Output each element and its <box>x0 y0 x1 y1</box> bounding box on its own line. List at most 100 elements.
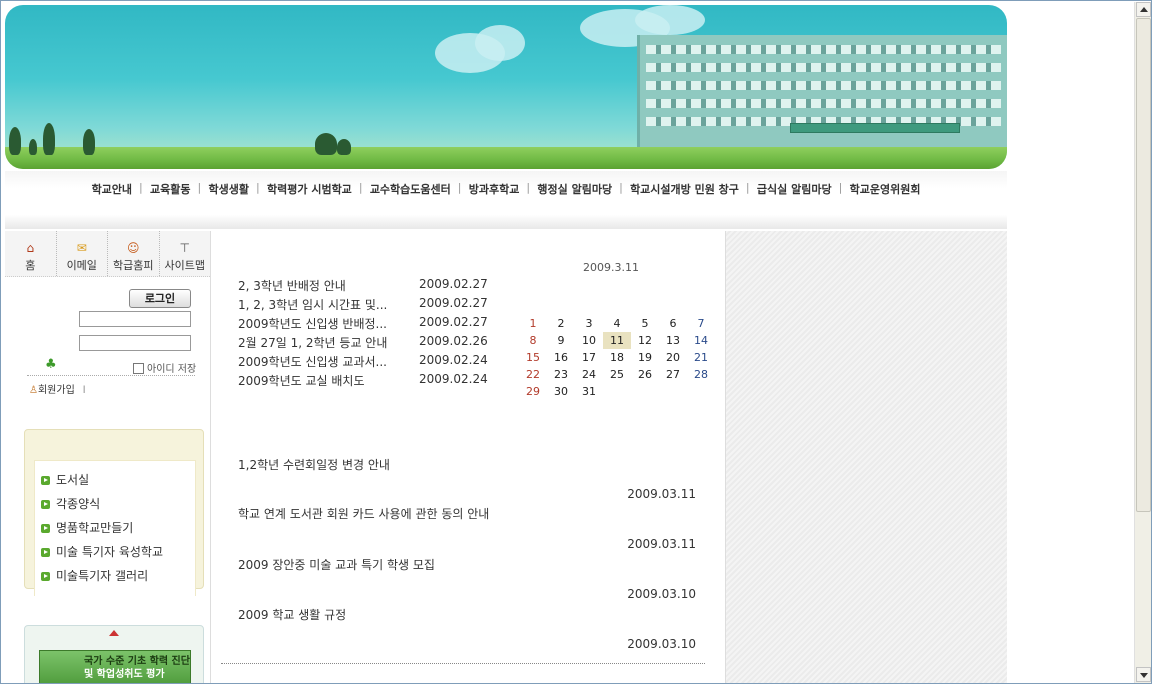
calendar-day[interactable]: 3 <box>575 315 603 332</box>
notice-title[interactable]: 2009학년도 신입생 반배정... <box>238 315 419 332</box>
login-button[interactable]: 로그인 <box>129 289 191 308</box>
join-link[interactable]: ♙회원가입 l <box>29 381 86 396</box>
notice-title[interactable]: 2009학년도 신입생 교과서... <box>238 353 419 370</box>
calendar-day[interactable]: 5 <box>631 315 659 332</box>
side-menu-item-art-school[interactable]: 미술 특기자 육성학교 <box>41 543 195 567</box>
nav-item[interactable]: 학력평가 시범학교 <box>256 181 361 197</box>
quick-email-link[interactable]: ✉ 이메일 <box>57 231 108 276</box>
scrollbar-thumb[interactable] <box>1136 18 1151 512</box>
smiley-icon: ☺ <box>126 241 140 255</box>
calendar-day[interactable]: 7 <box>687 315 715 332</box>
nav-item[interactable]: 학교운영위원회 <box>839 181 930 197</box>
calendar-day[interactable]: 18 <box>603 349 631 366</box>
notice-row[interactable]: 2009학년도 교실 배치도 2009.02.24 <box>238 372 488 389</box>
calendar-day[interactable]: 1 <box>519 315 547 332</box>
calendar-day[interactable]: 19 <box>631 349 659 366</box>
calendar-day[interactable]: 9 <box>547 332 575 349</box>
calendar-day[interactable]: 10 <box>575 332 603 349</box>
arrow-bullet-icon <box>41 500 50 509</box>
notice-title[interactable]: 2월 27일 1, 2학년 등교 안내 <box>238 334 419 351</box>
building-sign <box>790 123 960 133</box>
id-input[interactable] <box>79 311 191 327</box>
calendar-empty-cell <box>687 383 715 400</box>
left-sidebar: ⌂ 홈 ✉ 이메일 ☺ 학급홈피 ⊤ 사이트맵 로그인 ♣ 아이디 저장 ♙회원… <box>5 231 211 683</box>
nav-item[interactable]: 교수학습도움센터 <box>359 181 460 197</box>
notice-title[interactable]: 2009학년도 교실 배치도 <box>238 372 419 389</box>
calendar-day[interactable]: 30 <box>547 383 575 400</box>
nav-item[interactable]: 학교시설개방 민원 창구 <box>619 181 748 197</box>
calendar-day[interactable]: 8 <box>519 332 547 349</box>
calendar-day[interactable]: 27 <box>659 366 687 383</box>
calendar-day[interactable]: 21 <box>687 349 715 366</box>
banner-line2: 및 학업성취도 평가 <box>84 669 165 680</box>
vertical-scrollbar[interactable] <box>1134 2 1151 683</box>
calendar-day[interactable]: 14 <box>687 332 715 349</box>
tree <box>9 127 21 155</box>
notice-row[interactable]: 2009학년도 신입생 교과서... 2009.02.24 <box>238 353 488 370</box>
notice-row[interactable]: 2009학년도 신입생 반배정... 2009.02.27 <box>238 315 488 332</box>
calendar-day[interactable]: 26 <box>631 366 659 383</box>
notice-date: 2009.02.27 <box>419 296 488 310</box>
notice-title[interactable]: 1, 2, 3학년 임시 시간표 및... <box>238 296 419 313</box>
join-separator: l <box>82 385 86 396</box>
calendar-day[interactable]: 11 <box>603 332 631 349</box>
checkbox-box[interactable] <box>133 363 144 374</box>
side-menu-item-premium-school[interactable]: 명품학교만들기 <box>41 519 195 543</box>
calendar-day[interactable]: 2 <box>547 315 575 332</box>
nav-item[interactable]: 급식실 알림마당 <box>746 181 841 197</box>
notice-row[interactable]: 2, 3학년 반배정 안내 2009.02.27 <box>238 277 488 294</box>
nav-item[interactable]: 방과후학교 <box>458 181 529 197</box>
side-menu-panel: 도서실 각종양식 명품학교만들기 미술 특기자 육성학교 미술특기자 갤러리 <box>34 460 196 596</box>
nav-item[interactable]: 학교안내 <box>83 181 141 197</box>
right-column <box>725 231 1007 683</box>
calendar-day[interactable]: 31 <box>575 383 603 400</box>
calendar-day[interactable]: 24 <box>575 366 603 383</box>
assessment-banner-image[interactable]: 국가 수준 기초 학력 진단 및 학업성취도 평가 <box>39 650 191 683</box>
save-id-label: 아이디 저장 <box>147 364 197 375</box>
board-title[interactable]: 2009 장안중 미술 교과 특기 학생 모집 <box>238 556 698 573</box>
quick-home-link[interactable]: ⌂ 홈 <box>5 231 57 276</box>
notice-date: 2009.02.24 <box>419 353 488 367</box>
scroll-up-icon[interactable] <box>109 630 119 636</box>
calendar-day[interactable]: 28 <box>687 366 715 383</box>
nav-item[interactable]: 행정실 알림마당 <box>526 181 621 197</box>
board-title[interactable]: 2009 학교 생활 규정 <box>238 606 698 623</box>
scroll-up-arrow-icon[interactable] <box>1136 2 1151 17</box>
calendar-day[interactable]: 17 <box>575 349 603 366</box>
side-menu-item-forms[interactable]: 각종양식 <box>41 495 195 519</box>
side-menu-item-art-gallery[interactable]: 미술특기자 갤러리 <box>41 567 195 591</box>
notice-row[interactable]: 2월 27일 1, 2학년 등교 안내 2009.02.26 <box>238 334 488 351</box>
scroll-down-arrow-icon[interactable] <box>1136 667 1151 682</box>
tree <box>43 123 55 155</box>
user-icon: ♙ <box>29 385 38 396</box>
calendar-day[interactable]: 22 <box>519 366 547 383</box>
quick-class-home-link[interactable]: ☺ 학급홈피 <box>108 231 160 276</box>
calendar-day[interactable]: 23 <box>547 366 575 383</box>
calendar-day[interactable]: 29 <box>519 383 547 400</box>
grass-strip <box>5 147 1007 169</box>
nav-item[interactable]: 교육활동 <box>139 181 199 197</box>
save-id-checkbox[interactable]: 아이디 저장 <box>133 360 196 375</box>
calendar-day[interactable]: 20 <box>659 349 687 366</box>
side-menu-label: 미술 특기자 육성학교 <box>56 545 163 559</box>
calendar-day[interactable]: 4 <box>603 315 631 332</box>
cloud <box>635 5 705 35</box>
calendar-day[interactable]: 13 <box>659 332 687 349</box>
quick-sitemap-link[interactable]: ⊤ 사이트맵 <box>160 231 211 276</box>
side-menu-item-library[interactable]: 도서실 <box>41 471 195 495</box>
calendar-day[interactable]: 6 <box>659 315 687 332</box>
notice-date: 2009.02.27 <box>419 315 488 329</box>
main-nav: 학교안내 교육활동 학생생활 학력평가 시범학교 교수학습도움센터 방과후학교 … <box>5 171 1007 229</box>
notice-title[interactable]: 2, 3학년 반배정 안내 <box>238 277 419 294</box>
calendar-day[interactable]: 15 <box>519 349 547 366</box>
quick-sitemap-label: 사이트맵 <box>164 259 205 272</box>
password-input[interactable] <box>79 335 191 351</box>
calendar-day[interactable]: 25 <box>603 366 631 383</box>
calendar-day[interactable]: 12 <box>631 332 659 349</box>
nav-item[interactable]: 학생생활 <box>198 181 258 197</box>
board-title[interactable]: 1,2학년 수련회일정 변경 안내 <box>238 456 698 473</box>
assessment-banner[interactable]: 국가 수준 기초 학력 진단 및 학업성취도 평가 <box>24 625 204 683</box>
calendar-day[interactable]: 16 <box>547 349 575 366</box>
notice-row[interactable]: 1, 2, 3학년 임시 시간표 및... 2009.02.27 <box>238 296 488 313</box>
board-title[interactable]: 학교 연계 도서관 회원 카드 사용에 관한 동의 안내 <box>238 505 698 522</box>
